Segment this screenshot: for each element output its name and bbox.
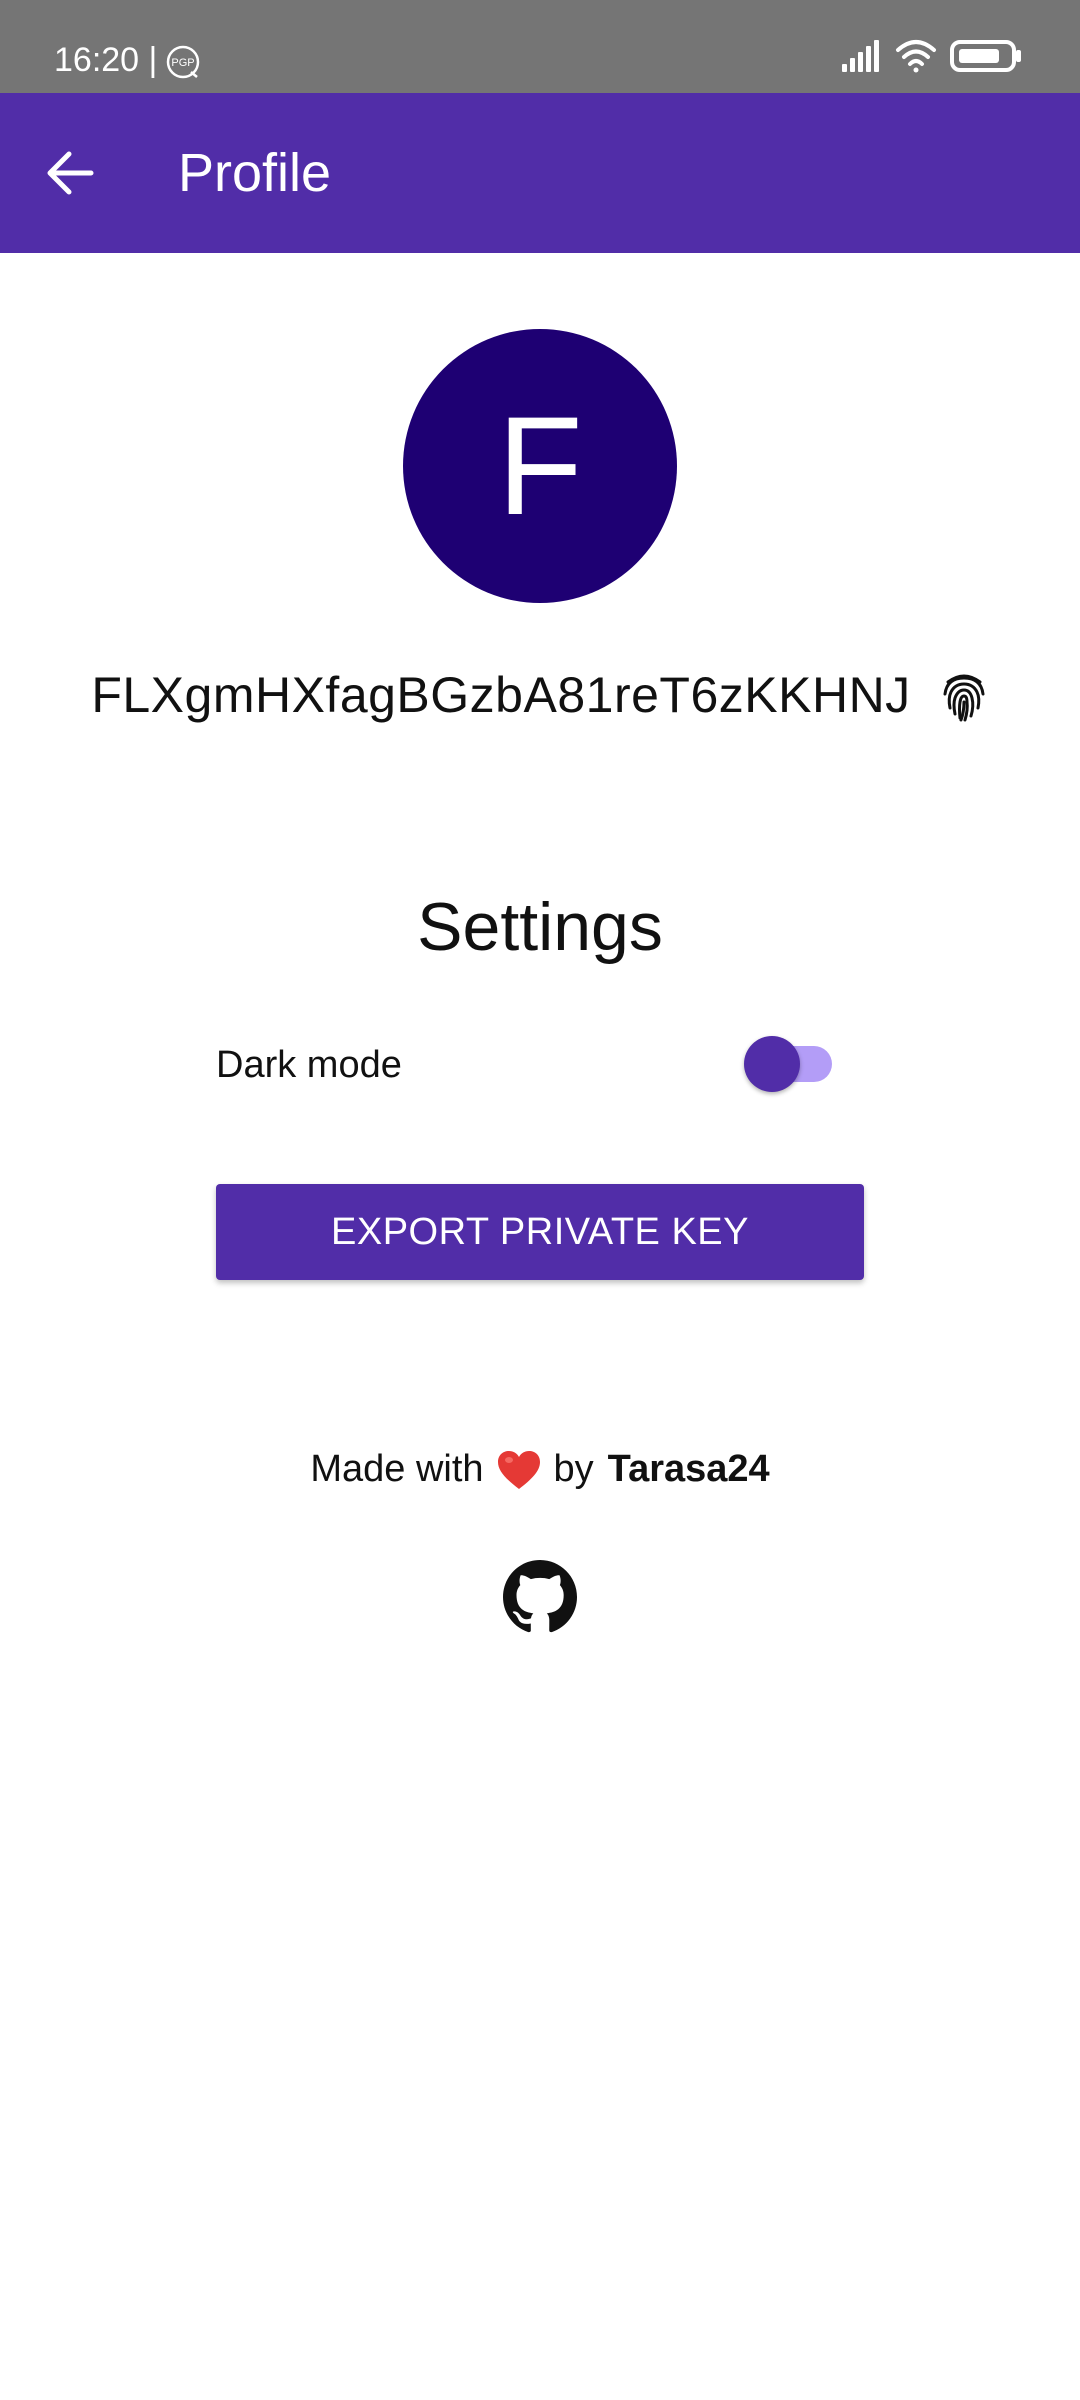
pgp-icon: PGP — [166, 45, 200, 79]
made-with-line: Made with by Tarasa24 — [0, 1448, 1080, 1491]
app-bar: Profile — [0, 93, 1080, 253]
fingerprint-icon[interactable] — [939, 668, 989, 722]
page-title: Profile — [178, 143, 332, 203]
status-icons — [842, 40, 1021, 73]
profile-screen: 16:20 | PGP Profile F FLXgmHXfagBGzbA81r… — [0, 0, 1080, 2400]
status-bar: 16:20 | PGP — [0, 0, 1080, 93]
settings-title: Settings — [417, 889, 663, 965]
export-private-key-button[interactable]: EXPORT PRIVATE KEY — [216, 1184, 864, 1280]
avatar: F — [403, 329, 677, 603]
author-name[interactable]: Tarasa24 — [608, 1448, 770, 1491]
by-text: by — [553, 1448, 594, 1490]
status-time: 16:20 | — [54, 41, 158, 79]
made-with-text: Made with — [310, 1448, 484, 1490]
github-icon[interactable] — [503, 1560, 577, 1634]
public-key-row: FLXgmHXfagBGzbA81reT6zKKHNJ — [0, 660, 1080, 730]
battery-icon — [950, 40, 1021, 72]
heart-icon — [497, 1450, 540, 1489]
dark-mode-label: Dark mode — [216, 1044, 402, 1086]
wifi-icon — [896, 40, 936, 73]
back-button[interactable] — [30, 133, 110, 213]
public-key-text: FLXgmHXfagBGzbA81reT6zKKHNJ — [91, 667, 911, 723]
signal-icon — [842, 40, 879, 72]
arrow-back-icon — [47, 151, 94, 195]
dark-mode-toggle[interactable] — [744, 1036, 834, 1092]
svg-text:PGP: PGP — [171, 57, 194, 69]
toggle-thumb — [744, 1036, 800, 1092]
